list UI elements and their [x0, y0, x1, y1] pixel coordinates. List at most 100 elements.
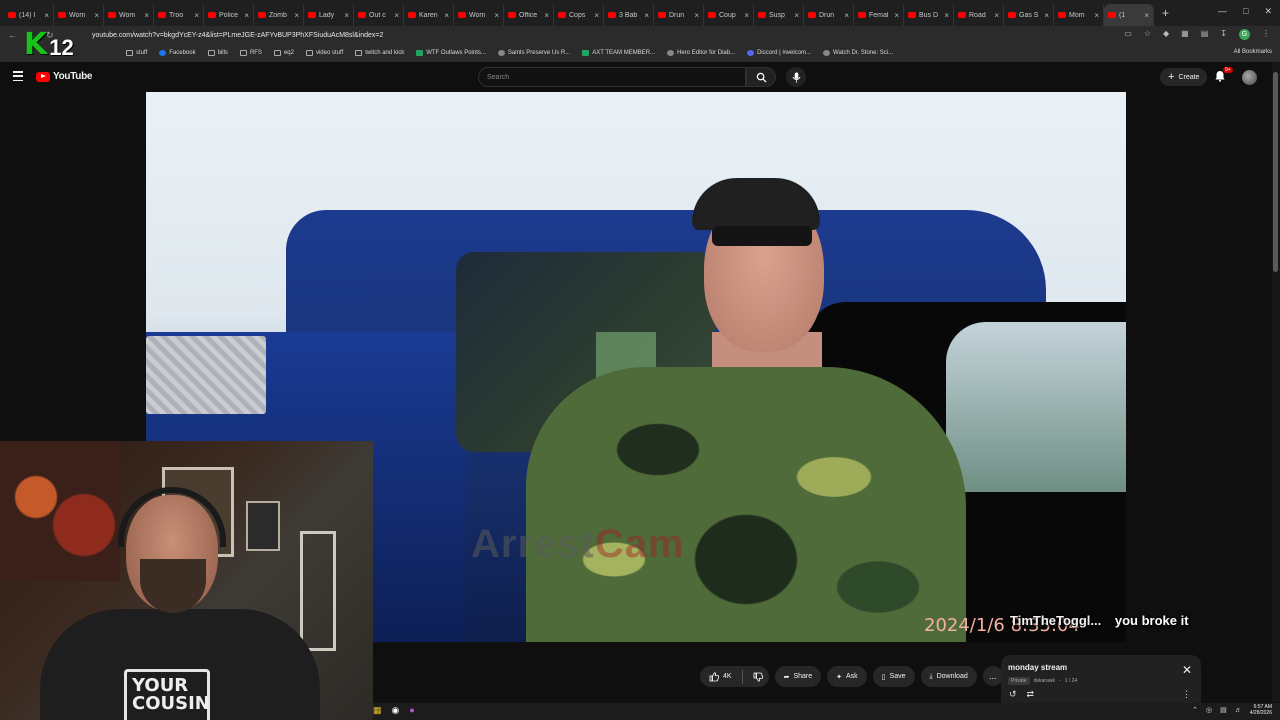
close-tab-icon[interactable]: ×	[244, 11, 249, 20]
browser-tab[interactable]: Femal ×	[854, 4, 904, 26]
minimize-icon[interactable]: —	[1218, 6, 1227, 17]
voice-search-button[interactable]	[786, 67, 806, 87]
dislike-button[interactable]	[753, 672, 763, 682]
close-tab-icon[interactable]: ×	[1144, 11, 1149, 20]
playlist-owner[interactable]: dekarawk	[1034, 678, 1055, 684]
share-button[interactable]: ➦ Share	[774, 666, 822, 687]
bookmark-star-icon[interactable]: ☆	[1144, 29, 1151, 40]
bookmark-item[interactable]: eq2	[273, 50, 294, 56]
volume-icon[interactable]: ♬	[1235, 707, 1242, 714]
youtube-logo[interactable]: YouTube	[36, 71, 93, 82]
url-field[interactable]: youtube.com/watch?v=bkgdYcEY-z4&list=PLm…	[92, 32, 383, 39]
downloads-icon[interactable]: ↧	[1220, 29, 1227, 40]
browser-tab[interactable]: Karen ×	[404, 4, 454, 26]
close-tab-icon[interactable]: ×	[844, 11, 849, 20]
close-tab-icon[interactable]: ×	[1094, 11, 1099, 20]
playlist-menu-icon[interactable]: ⋮	[1182, 689, 1191, 700]
close-tab-icon[interactable]: ×	[694, 11, 699, 20]
like-button[interactable]: 4K	[709, 671, 732, 682]
bookmark-item[interactable]: Facebook	[159, 50, 196, 56]
bookmark-item[interactable]: twitch and kick	[355, 50, 404, 56]
browser-tab[interactable]: Drun ×	[654, 4, 704, 26]
file-explorer-icon[interactable]: ▦	[373, 705, 382, 716]
close-tab-icon[interactable]: ×	[1044, 11, 1049, 20]
close-tab-icon[interactable]: ×	[894, 11, 899, 20]
obs-icon[interactable]: ◉	[392, 705, 400, 716]
new-tab-button[interactable]: +	[1162, 6, 1169, 20]
browser-tab[interactable]: (14) I ×	[4, 4, 54, 26]
close-tab-icon[interactable]: ×	[644, 11, 649, 20]
ask-button[interactable]: ✦ Ask	[827, 666, 867, 687]
close-icon[interactable]: ✕	[1182, 663, 1192, 677]
close-tab-icon[interactable]: ×	[144, 11, 149, 20]
bookmark-item[interactable]: video stuff	[305, 50, 343, 56]
shuffle-icon[interactable]: ⇄	[1027, 689, 1035, 700]
bookmark-item[interactable]: Hero Editor for Diab...	[667, 50, 735, 56]
close-tab-icon[interactable]: ×	[394, 11, 399, 20]
close-tab-icon[interactable]: ×	[194, 11, 199, 20]
browser-tab[interactable]: Road ×	[954, 4, 1004, 26]
browser-tab[interactable]: (1 ×	[1104, 4, 1154, 26]
close-tab-icon[interactable]: ×	[944, 11, 949, 20]
browser-tab[interactable]: Susp ×	[754, 4, 804, 26]
browser-tab[interactable]: Wom ×	[54, 4, 104, 26]
bookmark-item[interactable]: Saints Preserve Us R...	[497, 50, 570, 56]
sidebar-icon[interactable]: ▤	[1201, 29, 1209, 40]
close-tab-icon[interactable]: ×	[294, 11, 299, 20]
close-tab-icon[interactable]: ×	[994, 11, 999, 20]
playlist-title[interactable]: monday stream	[1008, 663, 1194, 672]
bookmark-item[interactable]: RFS	[239, 50, 262, 56]
bookmark-item[interactable]: AXT TEAM MEMBER...	[582, 50, 655, 56]
browser-tab[interactable]: Lady ×	[304, 4, 354, 26]
extensions-puzzle-icon[interactable]: ▦	[1181, 29, 1189, 40]
install-icon[interactable]: ▭	[1124, 29, 1132, 40]
loop-icon[interactable]: ↺	[1009, 689, 1017, 700]
account-avatar[interactable]	[1242, 70, 1257, 85]
browser-tab[interactable]: Troo ×	[154, 4, 204, 26]
bookmark-item[interactable]: stuff	[126, 50, 147, 56]
close-tab-icon[interactable]: ×	[594, 11, 599, 20]
close-tab-icon[interactable]: ×	[744, 11, 749, 20]
close-tab-icon[interactable]: ×	[44, 11, 49, 20]
scrollbar-thumb[interactable]	[1273, 72, 1278, 272]
close-tab-icon[interactable]: ×	[94, 11, 99, 20]
close-tab-icon[interactable]: ×	[444, 11, 449, 20]
bookmark-item[interactable]: Discord | #welcom...	[747, 50, 811, 56]
browser-tab[interactable]: Coup ×	[704, 4, 754, 26]
search-input[interactable]: Search	[478, 67, 746, 87]
create-button[interactable]: + Create	[1160, 68, 1208, 86]
close-tab-icon[interactable]: ×	[494, 11, 499, 20]
display-tray-icon[interactable]: ▤	[1220, 706, 1227, 714]
browser-tab[interactable]: Bus D ×	[904, 4, 954, 26]
close-window-icon[interactable]: ✕	[1264, 6, 1272, 17]
tray-overflow-icon[interactable]: ⌃	[1192, 706, 1198, 714]
app-icon[interactable]: ●	[409, 705, 414, 716]
all-bookmarks-button[interactable]: All Bookmarks	[1234, 49, 1272, 55]
profile-avatar[interactable]: G	[1239, 29, 1250, 40]
hamburger-menu-icon[interactable]	[13, 71, 23, 81]
close-tab-icon[interactable]: ×	[544, 11, 549, 20]
browser-tab[interactable]: Zomb ×	[254, 4, 304, 26]
browser-tab[interactable]: Wom ×	[454, 4, 504, 26]
close-tab-icon[interactable]: ×	[344, 11, 349, 20]
mic-tray-icon[interactable]: ◎	[1206, 706, 1212, 714]
search-button[interactable]	[746, 67, 776, 87]
maximize-icon[interactable]: □	[1243, 6, 1248, 17]
browser-tab[interactable]: 3 Bab ×	[604, 4, 654, 26]
browser-tab[interactable]: Mom ×	[1054, 4, 1104, 26]
browser-menu-icon[interactable]: ⋮	[1262, 29, 1270, 40]
taskbar-clock[interactable]: 6:57 AM 4/28/2026	[1250, 704, 1272, 716]
more-actions-button[interactable]: ...	[982, 666, 1003, 686]
browser-tab[interactable]: Gas S ×	[1004, 4, 1054, 26]
browser-tab[interactable]: Cops ×	[554, 4, 604, 26]
browser-tab[interactable]: Wom ×	[104, 4, 154, 26]
close-tab-icon[interactable]: ×	[794, 11, 799, 20]
browser-tab[interactable]: Police ×	[204, 4, 254, 26]
browser-tab[interactable]: Drun ×	[804, 4, 854, 26]
bookmark-item[interactable]: WTF Outlaws Points...	[416, 50, 486, 56]
back-icon[interactable]: ←	[8, 30, 17, 41]
bookmark-item[interactable]: Watch Dr. Stone: Sci...	[823, 50, 893, 56]
extension-icon[interactable]: ◆	[1163, 29, 1169, 40]
browser-tab[interactable]: Out c ×	[354, 4, 404, 26]
save-button[interactable]: ▯ Save	[872, 666, 915, 687]
